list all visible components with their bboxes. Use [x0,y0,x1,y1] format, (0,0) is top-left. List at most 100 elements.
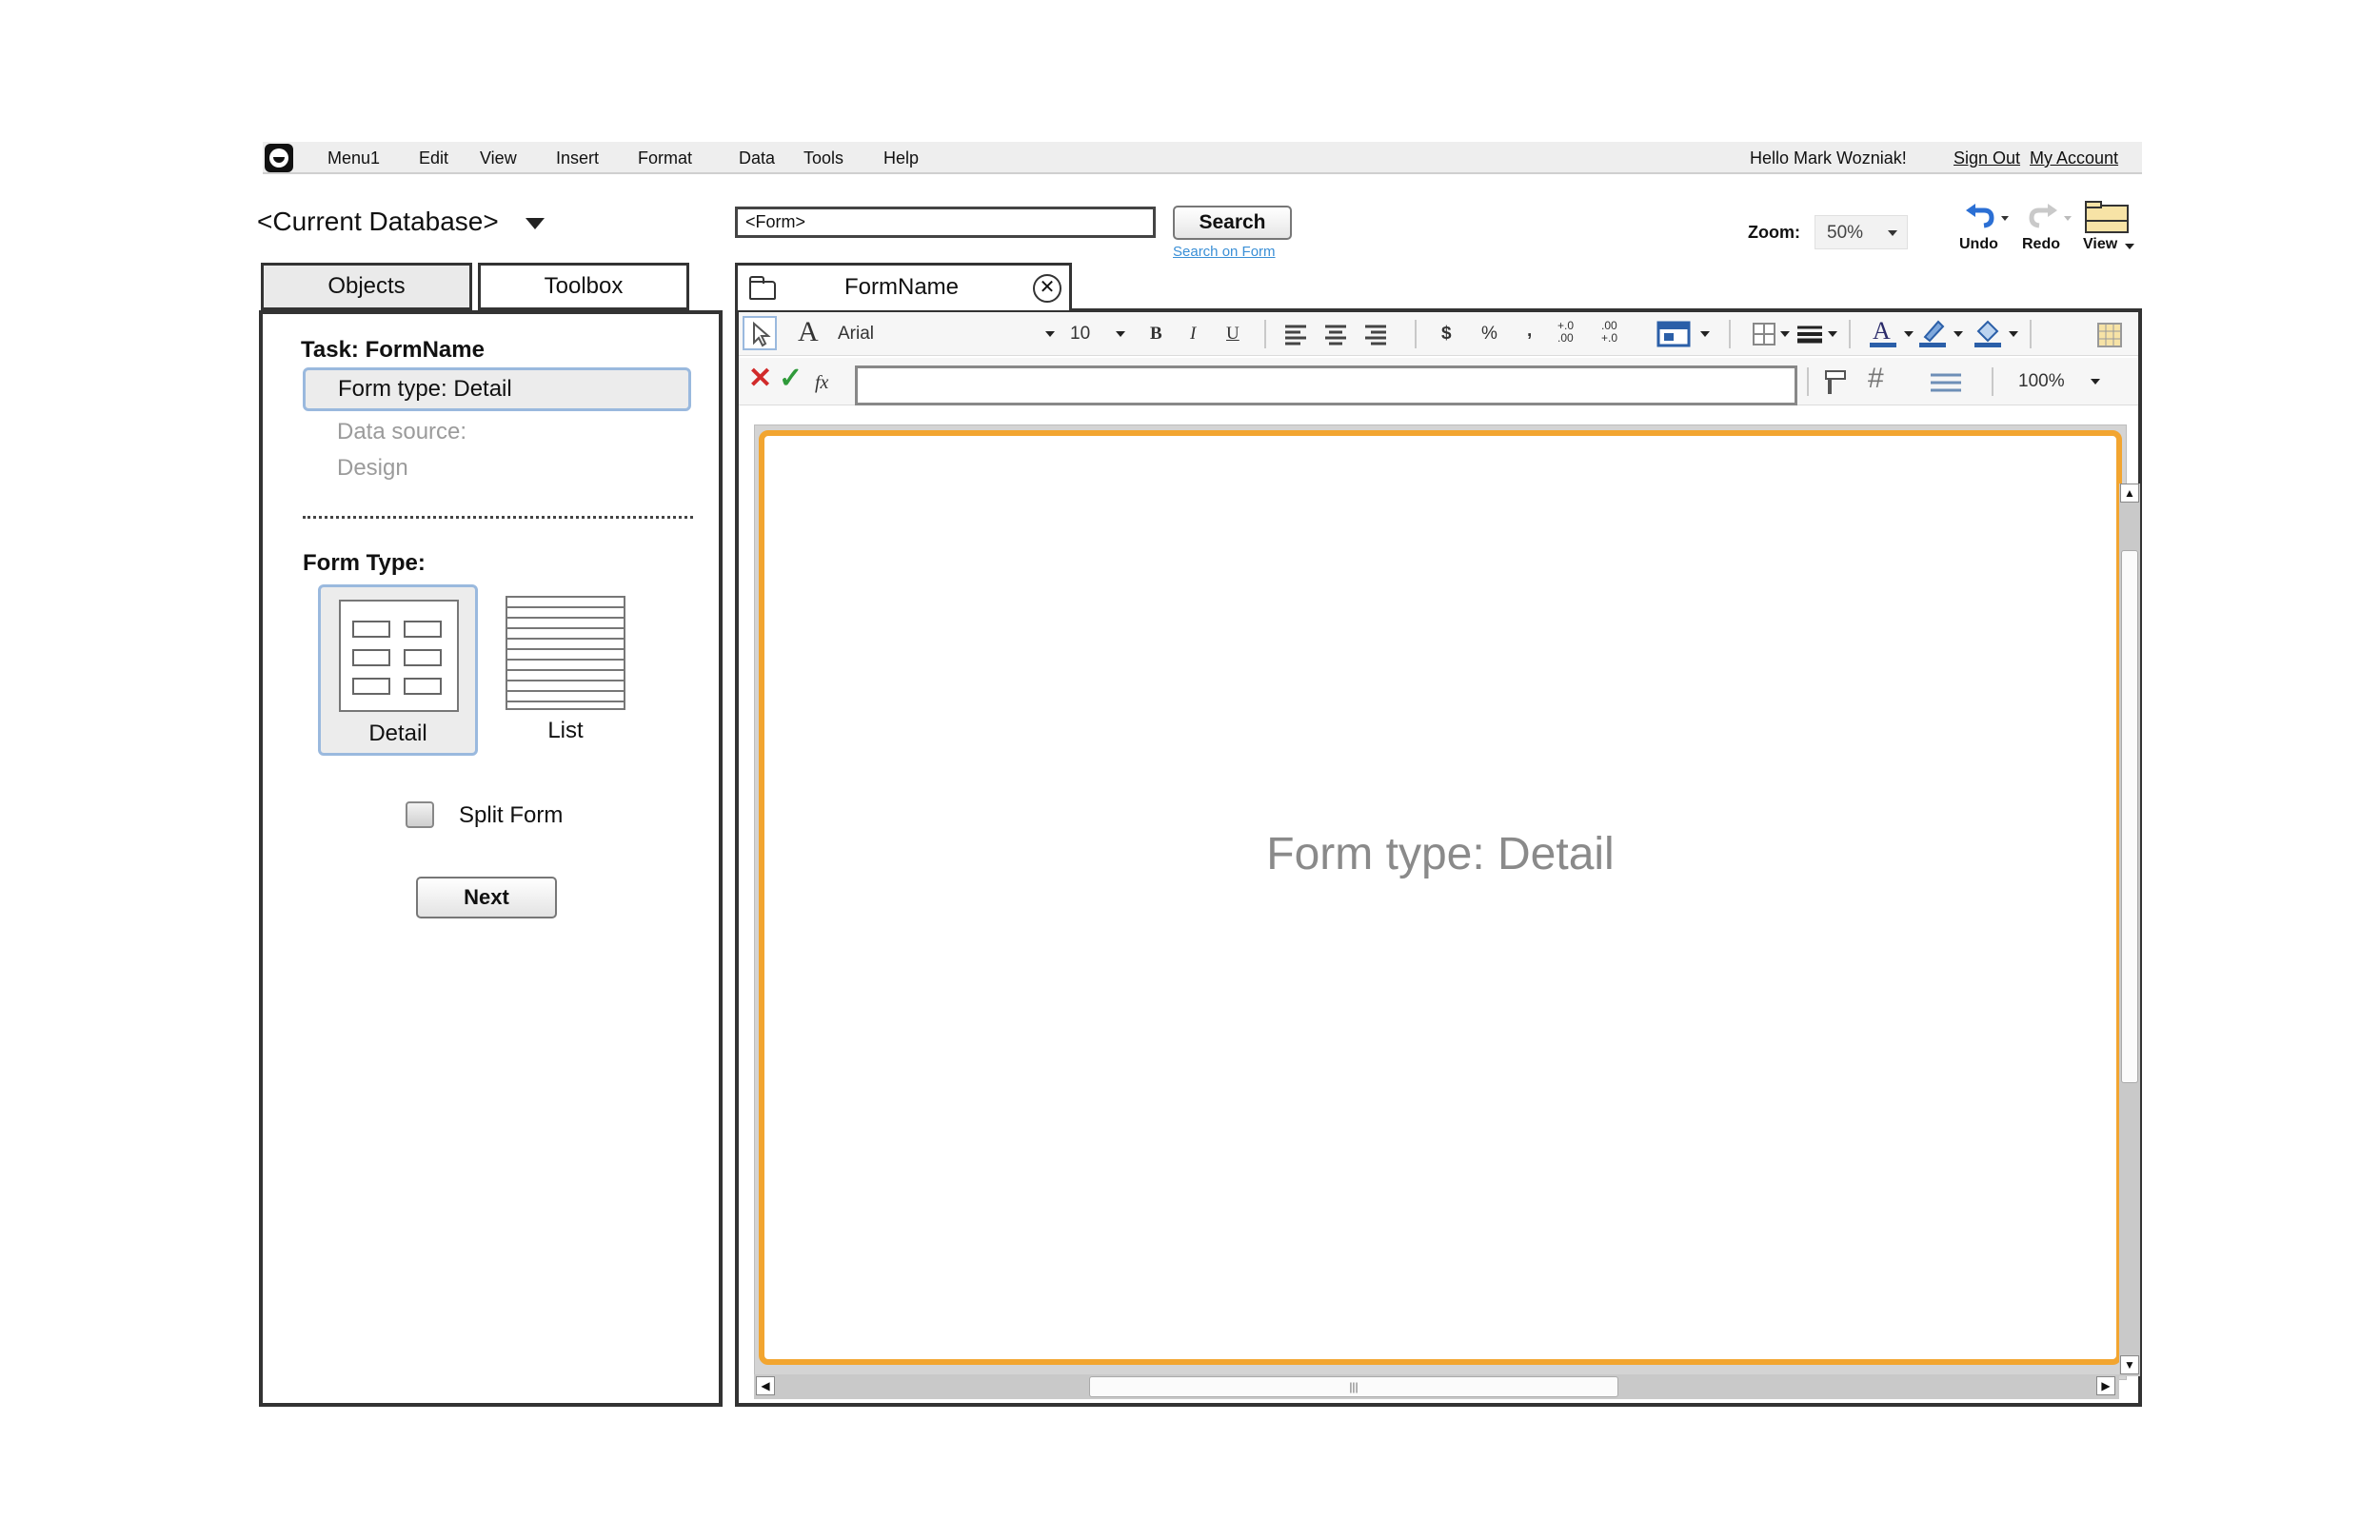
font-size-select[interactable]: 10 [1070,323,1090,346]
my-account-link[interactable]: My Account [2030,146,2118,170]
form-tab-label: FormName [844,274,960,300]
calendar-icon[interactable] [1656,320,1695,348]
font-color-icon[interactable]: A [1868,316,1900,350]
database-selector[interactable]: <Current Database> [257,206,499,238]
close-icon[interactable]: ✕ [1033,274,1061,303]
chevron-down-icon [1888,230,1897,236]
scroll-down-icon[interactable]: ▼ [2120,1355,2139,1374]
undo-label: Undo [1959,236,1998,252]
step-design: Design [337,455,408,481]
chevron-down-icon[interactable] [526,218,545,229]
redo-icon [2029,204,2072,228]
horizontal-scrollbar[interactable]: ◀ ||| ▶ [754,1374,2119,1399]
chevron-down-icon[interactable] [1116,331,1125,337]
font-family-select[interactable]: Arial [838,323,874,346]
folder-icon [749,276,776,300]
separator [1849,320,1851,348]
undo-button[interactable] [1963,202,2016,234]
scroll-left-icon[interactable]: ◀ [756,1376,775,1395]
menu-data[interactable]: Data [739,146,775,170]
split-form-label: Split Form [459,802,564,828]
horizontal-scroll-thumb[interactable]: ||| [1089,1376,1618,1397]
list-label[interactable]: List [506,718,625,744]
svg-text:A: A [1873,317,1891,345]
search-button[interactable]: Search [1173,206,1292,240]
form-type-detail-option[interactable]: Detail [318,584,478,756]
menu-menu1[interactable]: Menu1 [327,146,380,170]
chevron-down-icon[interactable] [2009,331,2018,337]
menu-help[interactable]: Help [883,146,919,170]
grid-icon[interactable] [2096,322,2123,348]
app-logo-icon [265,144,293,172]
formula-input[interactable] [855,365,1797,405]
detail-layout-icon [339,600,459,712]
line-style-icon[interactable] [1795,324,1824,345]
cancel-icon[interactable]: ✕ [748,365,772,393]
form-type-title: Form Type: [303,550,426,576]
borders-icon[interactable] [1752,322,1776,346]
lines-icon[interactable] [1929,371,1963,394]
zoom-select[interactable]: 50% [1815,215,1908,249]
divider [303,516,693,519]
hash-icon[interactable]: # [1868,365,1884,393]
view-label: View [2083,236,2118,252]
font-icon[interactable]: A [798,318,819,346]
step-form-type[interactable]: Form type: Detail [303,367,691,411]
pointer-tool[interactable] [743,316,777,350]
italic-button[interactable]: I [1190,323,1196,346]
next-button[interactable]: Next [416,877,557,918]
tab-objects[interactable]: Objects [261,263,472,310]
split-form-checkbox[interactable] [406,801,434,828]
align-icons[interactable] [1283,324,1398,346]
redo-label: Redo [2022,236,2060,252]
decrease-decimal-button[interactable]: .00 +.0 [1601,320,1636,345]
vertical-scroll-thumb[interactable] [2121,550,2138,1083]
tab-toolbox[interactable]: Toolbox [478,263,689,310]
list-layout-icon[interactable] [506,596,625,710]
scroll-right-icon[interactable]: ▶ [2096,1376,2115,1395]
canvas-zoom-select[interactable]: 100% [2018,370,2065,393]
format-painter-icon[interactable] [1818,369,1851,396]
separator [1807,367,1809,396]
menu-tools[interactable]: Tools [803,146,843,170]
tab-formname[interactable]: FormName ✕ [735,263,1072,310]
sign-out-link[interactable]: Sign Out [1954,146,2020,170]
confirm-icon[interactable]: ✓ [779,365,803,393]
vertical-scrollbar[interactable]: ▲ ▼ [2119,484,2140,1376]
percent-button[interactable]: % [1481,323,1497,346]
scroll-up-icon[interactable]: ▲ [2120,484,2139,503]
comma-button[interactable]: , [1527,320,1532,343]
folder-view-icon [2085,201,2129,233]
step-data-source: Data source: [337,419,467,444]
formatting-toolbar: A Arial 10 B I U $ % , +.0 .00 .00 +.0 A [739,312,2138,356]
bold-button[interactable]: B [1150,323,1162,346]
separator [1729,320,1731,348]
chevron-down-icon[interactable] [1700,331,1710,337]
menu-view[interactable]: View [480,146,517,170]
chevron-down-icon[interactable] [2091,379,2100,385]
view-button[interactable] [2083,200,2132,234]
function-icon[interactable]: fx [815,371,828,394]
chevron-down-icon[interactable] [1954,331,1963,337]
chevron-down-icon[interactable] [1045,331,1055,337]
chevron-down-icon[interactable] [1780,331,1790,337]
menu-edit[interactable]: Edit [419,146,448,170]
chevron-down-icon[interactable] [1904,331,1914,337]
cursor-icon [753,321,771,347]
highlight-icon[interactable] [1917,316,1950,350]
fill-color-icon[interactable] [1973,316,2005,350]
search-on-form-link[interactable]: Search on Form [1173,244,1276,260]
chevron-down-icon[interactable] [1828,331,1837,337]
user-greeting: Hello Mark Wozniak! [1750,148,1907,168]
chevron-down-icon [2125,244,2134,249]
form-field[interactable] [735,207,1156,238]
menu-insert[interactable]: Insert [556,146,599,170]
increase-decimal-button[interactable]: +.0 .00 [1557,320,1592,345]
menu-bar: Menu1 Edit View Insert Format Data Tools… [263,142,2142,174]
currency-button[interactable]: $ [1441,323,1452,346]
redo-button[interactable] [2026,202,2079,234]
form-canvas[interactable]: Form type: Detail [759,430,2122,1365]
separator [1264,320,1266,348]
menu-format[interactable]: Format [638,146,692,170]
underline-button[interactable]: U [1226,323,1240,346]
